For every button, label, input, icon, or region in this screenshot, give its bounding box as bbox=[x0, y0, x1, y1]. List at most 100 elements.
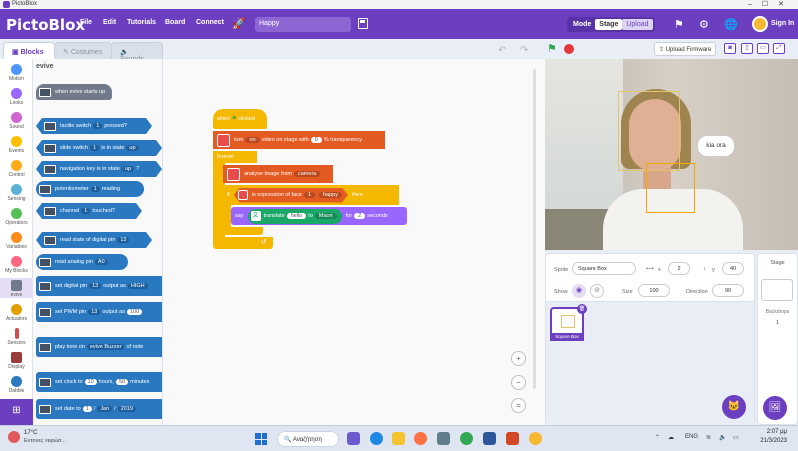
if-then-block[interactable]: if is expression of face 1 happy then bbox=[223, 185, 399, 205]
dropdown[interactable]: 1 bbox=[81, 208, 90, 214]
clock-date[interactable]: 21/3/2023 bbox=[748, 438, 787, 444]
y-input[interactable]: 40 bbox=[722, 262, 744, 275]
volume-icon[interactable]: 🔈 bbox=[719, 434, 726, 441]
window-controls[interactable]: –☐✕ bbox=[748, 0, 794, 8]
video-call-icon[interactable] bbox=[347, 432, 360, 445]
globe-icon[interactable]: 🌐 bbox=[724, 18, 738, 31]
gear-icon[interactable]: ⚙ bbox=[699, 18, 709, 31]
value-input[interactable]: 1 bbox=[82, 406, 92, 412]
add-backdrop-button[interactable]: 🖼 bbox=[763, 396, 787, 420]
mode-stage-button[interactable]: Stage bbox=[595, 19, 623, 30]
dropdown[interactable]: 1 bbox=[90, 145, 99, 151]
add-sprite-button[interactable]: 🐱 bbox=[722, 395, 746, 419]
menu-board[interactable]: Board bbox=[165, 19, 185, 26]
language-dropdown[interactable]: Maori bbox=[314, 213, 337, 219]
dropdown[interactable]: 13 bbox=[89, 283, 102, 289]
translate-reporter[interactable]: 文 translate hello to Maori bbox=[247, 208, 342, 224]
category-sensing[interactable]: Sensing bbox=[0, 184, 33, 202]
weather-temp[interactable]: 17°C bbox=[24, 430, 37, 436]
avatar[interactable] bbox=[752, 16, 768, 32]
firefox-icon[interactable] bbox=[414, 432, 427, 445]
edge-icon[interactable] bbox=[370, 432, 383, 445]
category-sensors[interactable]: Sensors bbox=[0, 328, 33, 346]
value-input[interactable]: 100 bbox=[126, 309, 143, 315]
powerpoint-icon[interactable] bbox=[506, 432, 519, 445]
file-explorer-icon[interactable] bbox=[392, 432, 405, 445]
taskbar-search[interactable]: 🔍 Αναζήτηση bbox=[277, 431, 339, 447]
palette-block-navigation-key[interactable]: navigation key is in state up? bbox=[36, 161, 162, 177]
x-input[interactable]: 2 bbox=[668, 262, 690, 275]
undo-icon[interactable]: ↶ bbox=[498, 45, 506, 56]
store-icon[interactable] bbox=[437, 432, 450, 445]
input-language[interactable]: ENG bbox=[685, 434, 698, 440]
value-input[interactable]: 10 bbox=[84, 379, 97, 385]
palette-block-read-digital[interactable]: read state of digital pin 13 bbox=[36, 232, 152, 248]
video-state-dropdown[interactable]: on bbox=[245, 137, 260, 143]
sprite-name-input[interactable]: Square Box bbox=[572, 262, 636, 275]
camera-icon[interactable]: ◙ bbox=[724, 43, 736, 54]
palette-block-play-tone[interactable]: play tone on evive Buzzer of note bbox=[36, 337, 162, 357]
sign-in-link[interactable]: Sign In bbox=[771, 20, 794, 27]
transparency-input[interactable]: 0 bbox=[310, 137, 322, 143]
palette-block-when-starts[interactable]: when evive starts up bbox=[36, 84, 112, 100]
say-block[interactable]: say 文 translate hello to Maori for 2 sec… bbox=[231, 207, 407, 225]
palette-block-slide-switch[interactable]: slide switch 1 is in state up bbox=[36, 140, 162, 156]
palette-block-tactile-switch[interactable]: tactile switch 1 pressed? bbox=[36, 118, 152, 134]
redo-icon[interactable]: ↷ bbox=[520, 45, 528, 56]
turn-video-block[interactable]: turn on video on stage with 0 % transpar… bbox=[213, 131, 385, 149]
backdrop-thumbnail[interactable] bbox=[761, 279, 793, 301]
palette-block-read-analog[interactable]: read analog pin A0 bbox=[36, 254, 128, 270]
palette-block-set-digital[interactable]: set digital pin 13 output as HIGH bbox=[36, 276, 162, 296]
dropdown[interactable]: 1 bbox=[90, 186, 100, 192]
palette-block-channel-touched[interactable]: channel 1 touched? bbox=[36, 203, 142, 219]
rocket-icon[interactable]: 🚀 bbox=[232, 17, 246, 30]
battery-icon[interactable]: ▭ bbox=[733, 434, 739, 441]
pictoblox-taskbar-icon[interactable] bbox=[529, 432, 542, 445]
weather-desc[interactable]: Εντονες νεφώσ... bbox=[24, 438, 66, 444]
menu-tutorials[interactable]: Tutorials bbox=[127, 19, 156, 26]
palette-block-set-clock[interactable]: set clock to 10 hours, 50 minutes bbox=[36, 372, 162, 392]
dropdown[interactable]: HIGH bbox=[127, 283, 148, 289]
palette-block-potentiometer[interactable]: potentiometer 1 reading bbox=[36, 181, 144, 197]
tray-chevron-icon[interactable]: ⌃ bbox=[655, 434, 660, 441]
category-my-blocks[interactable]: My Blocks bbox=[0, 256, 33, 274]
translate-text-input[interactable]: hello bbox=[286, 213, 307, 219]
canvas-scrollbar[interactable] bbox=[533, 69, 536, 389]
category-variables[interactable]: Variables bbox=[0, 232, 33, 250]
menu-file[interactable]: File bbox=[80, 19, 92, 26]
upload-firmware-button[interactable]: ⇪ Upload Firmware bbox=[654, 42, 717, 56]
dropdown[interactable]: 13 bbox=[88, 309, 101, 315]
wifi-icon[interactable]: ≋ bbox=[706, 434, 711, 441]
dropdown[interactable]: 1 bbox=[93, 123, 102, 129]
feedback-icon[interactable]: ⚑ bbox=[674, 18, 684, 31]
clock-time[interactable]: 2:07 μμ bbox=[755, 429, 787, 435]
word-icon[interactable] bbox=[483, 432, 496, 445]
trash-icon[interactable]: 🗑 bbox=[577, 304, 587, 314]
category-events[interactable]: Events bbox=[0, 136, 33, 154]
palette-block-set-date[interactable]: set date to 1/Jan/2019 bbox=[36, 399, 162, 419]
seconds-input[interactable]: 2 bbox=[354, 213, 366, 219]
dropdown[interactable]: up bbox=[126, 145, 138, 151]
face-expression-condition[interactable]: is expression of face 1 happy bbox=[234, 188, 348, 203]
green-flag-icon[interactable]: ⚑ bbox=[547, 42, 559, 55]
face-index-dropdown[interactable]: 1 bbox=[304, 192, 315, 198]
project-name-input[interactable]: Happy bbox=[255, 17, 351, 32]
zoom-out-button[interactable]: − bbox=[511, 375, 526, 390]
tab-sounds[interactable]: 🔈 Sounds bbox=[111, 42, 163, 63]
chrome-icon[interactable] bbox=[460, 432, 473, 445]
direction-input[interactable]: 90 bbox=[712, 284, 744, 297]
tab-blocks[interactable]: ▣ Blocks bbox=[3, 42, 55, 59]
windows-start-icon[interactable] bbox=[255, 433, 267, 445]
value-input[interactable]: 50 bbox=[115, 379, 129, 385]
expression-dropdown[interactable]: happy bbox=[319, 192, 342, 198]
hide-eye-icon[interactable]: ⊘ bbox=[590, 284, 604, 298]
category-display[interactable]: Display bbox=[0, 352, 33, 370]
square-box-sprite[interactable] bbox=[646, 163, 695, 213]
dropdown[interactable]: 2019 bbox=[117, 406, 136, 412]
when-flag-clicked-block[interactable]: when ⚑ clicked bbox=[213, 109, 267, 129]
analyse-image-block[interactable]: analyse image from camera bbox=[223, 165, 333, 183]
dropdown[interactable]: up bbox=[122, 166, 134, 172]
dropdown[interactable]: evive Buzzer bbox=[86, 344, 125, 350]
save-icon[interactable] bbox=[358, 18, 368, 29]
category-sound[interactable]: Sound bbox=[0, 112, 33, 130]
